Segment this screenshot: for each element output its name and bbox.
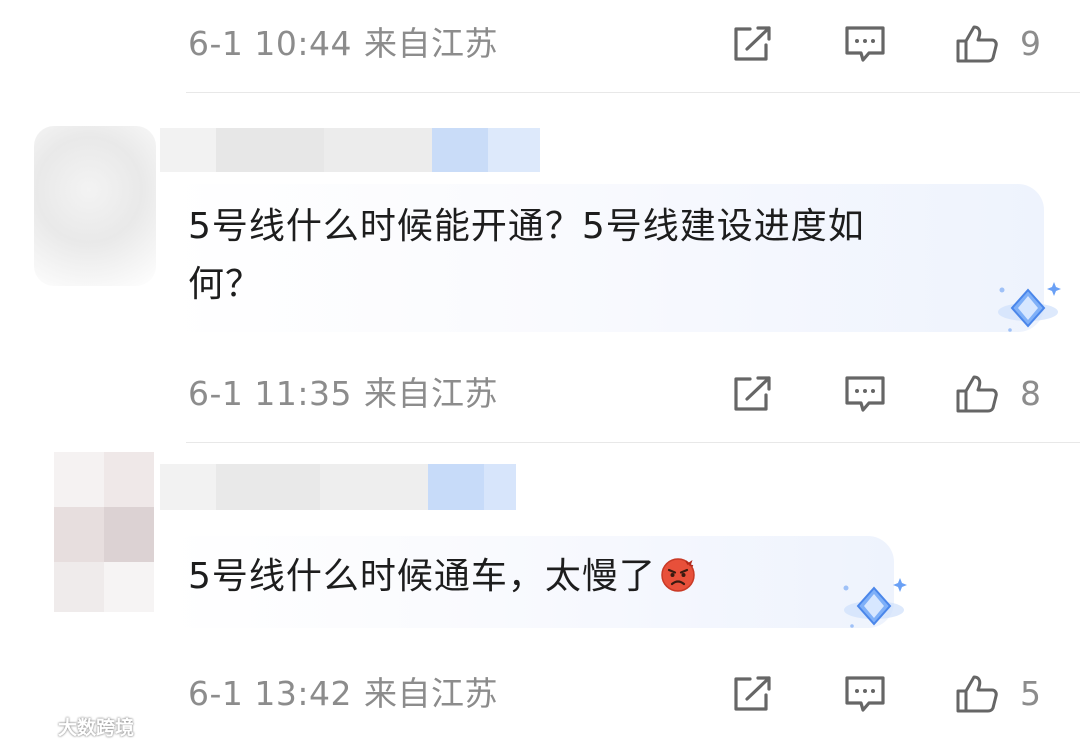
share-icon	[734, 376, 771, 411]
comment-location: 来自江苏	[364, 674, 498, 713]
watermark-logo-icon	[11, 713, 52, 739]
angry-face-icon	[661, 558, 695, 592]
watermark: 大数跨境	[8, 708, 134, 744]
diamond-badge-icon	[998, 282, 1061, 332]
share-icon	[734, 676, 771, 711]
thumbs-up-icon	[956, 375, 998, 413]
comment-text-line: 5号线什么时候通车，太慢了	[188, 556, 656, 597]
share-button[interactable]	[730, 374, 774, 414]
comment-meta-row: 6-1 10:44 来自江苏 9	[0, 14, 1080, 74]
like-button[interactable]	[955, 374, 999, 414]
username[interactable]	[160, 128, 540, 172]
comment-divider	[186, 442, 1080, 443]
comment-location: 来自江苏	[364, 24, 498, 63]
like-count: 5	[1020, 674, 1041, 713]
comment-date: 6-1 11:35	[188, 374, 352, 413]
reply-button[interactable]	[843, 374, 887, 414]
diamond-badge-icon	[843, 578, 907, 628]
comment-text-line: 何？	[188, 264, 263, 305]
username[interactable]	[160, 464, 516, 510]
like-count: 8	[1020, 374, 1041, 413]
thumbs-up-icon	[956, 675, 998, 713]
comment-icon	[845, 676, 885, 712]
comment-location: 来自江苏	[364, 374, 498, 413]
comment-meta: 6-1 11:35 来自江苏	[188, 364, 498, 424]
like-button[interactable]	[955, 24, 999, 64]
comment-date: 6-1 10:44	[188, 24, 352, 63]
comment-meta-row: 6-1 11:35 来自江苏 8	[0, 364, 1080, 424]
avatar[interactable]	[54, 452, 154, 612]
comment-meta: 6-1 13:42 来自江苏	[188, 664, 498, 724]
like-count: 9	[1020, 24, 1041, 63]
comment-text-line: 5号线什么时候能开通？5号线建设进度如	[188, 206, 865, 247]
watermark-text: 大数跨境	[58, 716, 135, 739]
reply-button[interactable]	[843, 24, 887, 64]
avatar[interactable]	[34, 126, 156, 286]
comment-text: 5号线什么时候能开通？5号线建设进度如 何？	[188, 198, 1028, 314]
comment-meta: 6-1 10:44 来自江苏	[188, 14, 498, 74]
reply-button[interactable]	[843, 674, 887, 714]
share-icon	[734, 26, 771, 61]
comment-meta-row: 6-1 13:42 来自江苏 5	[0, 664, 1080, 724]
comment-icon	[845, 26, 885, 62]
comment-date: 6-1 13:42	[188, 674, 352, 713]
comment-feed: 6-1 10:44 来自江苏 9 5号线什么时候能开通？5号线建设进度如 何？	[0, 0, 1080, 748]
comment-icon	[845, 376, 885, 412]
share-button[interactable]	[730, 24, 774, 64]
share-button[interactable]	[730, 674, 774, 714]
comment-divider	[186, 92, 1080, 93]
thumbs-up-icon	[956, 25, 998, 63]
comment-text: 5号线什么时候通车，太慢了	[188, 548, 888, 606]
like-button[interactable]	[955, 674, 999, 714]
